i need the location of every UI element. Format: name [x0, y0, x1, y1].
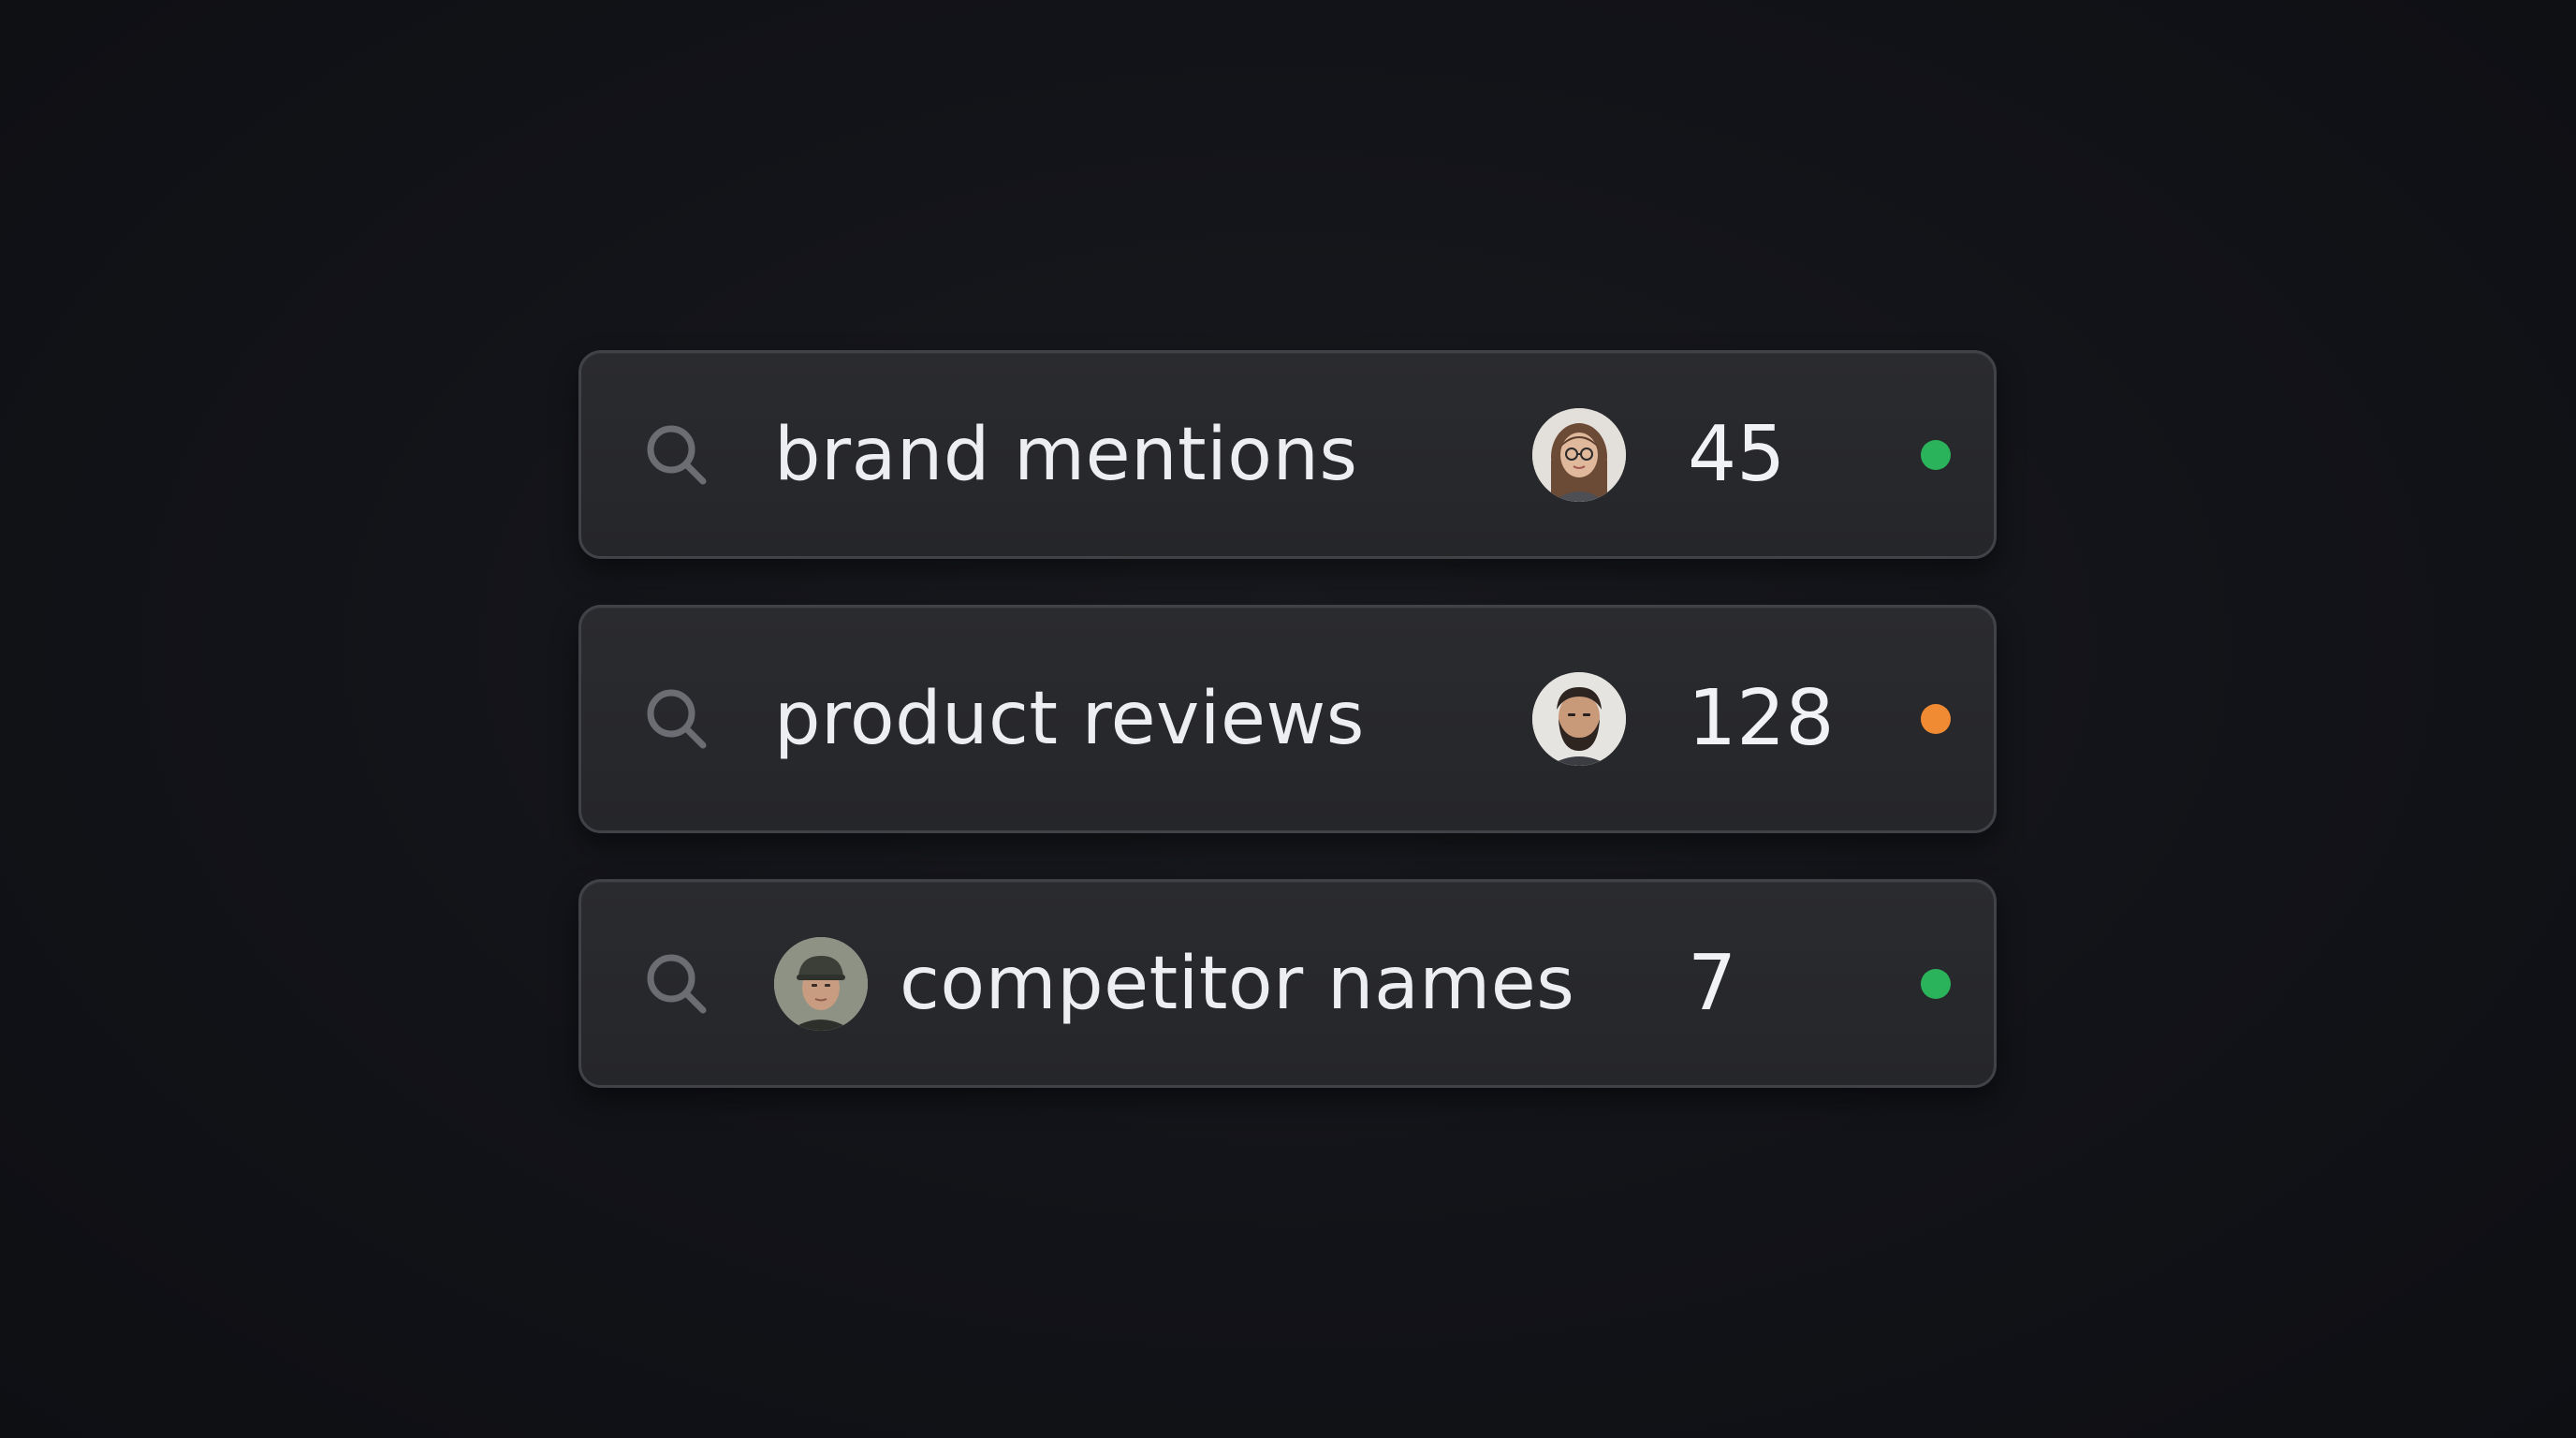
woman-with-glasses-avatar [1532, 407, 1626, 502]
mention-count: 7 [1688, 938, 1737, 1028]
keyword-row-competitor-names[interactable]: competitor names 7 [578, 879, 1997, 1088]
keyword-term: brand mentions [774, 412, 1358, 497]
bearded-man-avatar [1532, 672, 1626, 766]
search-icon [639, 418, 714, 492]
status-indicator-orange [1921, 704, 1951, 734]
search-icon [639, 946, 714, 1021]
mention-count: 128 [1688, 674, 1835, 763]
keyword-term: product reviews [774, 677, 1365, 761]
keyword-term: competitor names [900, 941, 1575, 1026]
status-indicator-green [1921, 968, 1951, 999]
mention-count: 45 [1688, 409, 1786, 499]
keyword-row-brand-mentions[interactable]: brand mentions 45 [578, 350, 1997, 559]
man-in-cap-avatar [774, 936, 868, 1031]
search-icon [639, 682, 714, 756]
keyword-row-product-reviews[interactable]: product reviews 128 [578, 605, 1997, 833]
status-indicator-green [1921, 439, 1951, 470]
